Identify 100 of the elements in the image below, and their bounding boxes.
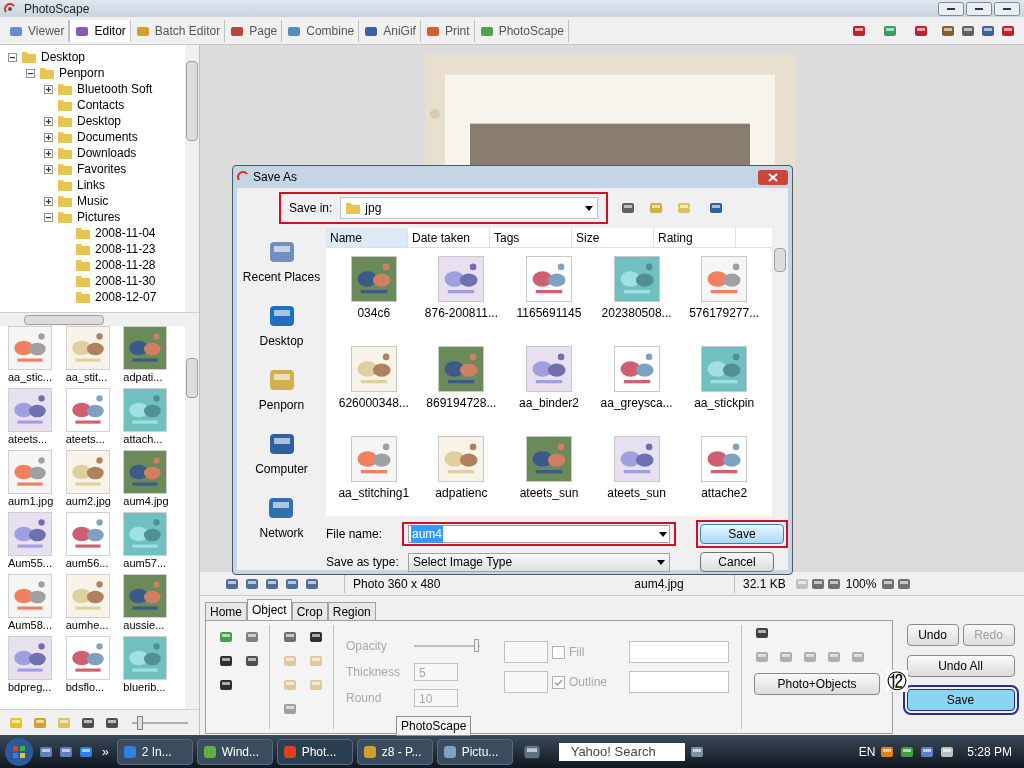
tree-item[interactable]: Pictures xyxy=(77,208,121,226)
mode-tab[interactable]: Print xyxy=(420,19,475,42)
place-label[interactable]: Computer xyxy=(255,460,308,478)
thumbnail-label: ateets... xyxy=(8,432,48,447)
language-indicator[interactable]: EN xyxy=(858,742,876,761)
thumbnail-label: bluerib... xyxy=(123,680,166,695)
tree-item[interactable]: 2008-11-28 xyxy=(95,256,156,274)
tree-item[interactable]: 2008-11-23 xyxy=(95,240,156,258)
taskbar-button[interactable]: z8 - P... xyxy=(356,738,433,765)
file-label[interactable]: aa_stitching1 xyxy=(338,482,410,504)
overflow-button[interactable]: » xyxy=(98,742,113,761)
step-marker: ⑫ xyxy=(885,670,908,692)
slider-track[interactable] xyxy=(132,714,188,731)
taskbar-button[interactable]: Pictu... xyxy=(436,738,513,765)
minus-box-icon[interactable] xyxy=(26,68,35,78)
scrollbar[interactable] xyxy=(185,45,199,312)
plus-box-icon[interactable] xyxy=(44,196,53,206)
column-header[interactable]: Name xyxy=(326,228,408,247)
plus-box-icon[interactable] xyxy=(44,116,53,126)
tool-tab[interactable]: Home xyxy=(205,602,247,620)
thumbnail-label: Aum55... xyxy=(8,556,53,571)
save-as-type-label: Save as type: xyxy=(326,554,400,571)
folder-icon xyxy=(39,65,55,81)
round-label: Round xyxy=(346,690,383,707)
tool-tab[interactable]: Object xyxy=(247,599,292,620)
tree-item[interactable]: Contacts xyxy=(77,96,125,114)
tree-item[interactable]: Desktop xyxy=(77,112,122,130)
thumbnail-label: aum4.jpg xyxy=(123,494,169,509)
thumbnail-label: aussie... xyxy=(123,618,165,633)
thumbnail-label: bdpreg... xyxy=(8,680,52,695)
mode-tab[interactable]: Editor xyxy=(69,19,131,42)
folder-icon xyxy=(57,113,73,129)
tooltip: PhotoScape xyxy=(396,716,472,736)
thumbnail-label: ateets... xyxy=(65,432,105,447)
tool-tab[interactable]: Crop xyxy=(291,602,328,620)
taskbar-button[interactable]: Phot... xyxy=(276,738,353,765)
place-label[interactable]: Penporn xyxy=(258,396,305,414)
scrollbar[interactable] xyxy=(185,326,199,709)
save-in-label: Save in: xyxy=(289,200,333,217)
start-button-icon[interactable] xyxy=(4,736,34,767)
checkbox-label: Outline xyxy=(569,674,609,691)
mode-tab[interactable]: Page xyxy=(225,19,283,42)
dialog-title: Save As xyxy=(253,169,298,186)
action-button[interactable]: Undo xyxy=(906,624,959,646)
app-logo-icon xyxy=(4,2,16,15)
tree-item[interactable]: Documents xyxy=(77,128,138,146)
folder-icon xyxy=(57,177,73,193)
folder-icon xyxy=(75,225,91,241)
slider-thumb[interactable] xyxy=(137,715,143,730)
search-field[interactable]: Yahoo! Search xyxy=(558,742,685,761)
plus-box-icon[interactable] xyxy=(44,148,53,158)
tree-item[interactable]: Downloads xyxy=(77,144,137,162)
thumbnail-label: aa_stic... xyxy=(8,370,53,385)
thumbnail-label: aum2.jpg xyxy=(65,494,111,509)
maximize-icon[interactable] xyxy=(966,1,992,16)
window-title: PhotoScape xyxy=(24,0,90,18)
minimize-icon[interactable] xyxy=(938,1,964,16)
taskbar-button[interactable]: Wind... xyxy=(196,738,273,765)
mode-tab[interactable]: Combine xyxy=(282,19,360,42)
folder-icon xyxy=(75,273,91,289)
folder-icon xyxy=(57,145,73,161)
action-button[interactable]: Undo All xyxy=(906,655,1015,677)
tree-item[interactable]: 2008-11-30 xyxy=(95,272,156,290)
minus-box-icon[interactable] xyxy=(8,52,17,62)
taskbar-button[interactable]: 2 In... xyxy=(116,738,193,765)
plus-box-icon[interactable] xyxy=(44,84,53,94)
thumbnail-label: aumhe... xyxy=(65,618,109,633)
folder-icon xyxy=(75,289,91,305)
mode-tab[interactable]: Batch Editor xyxy=(130,19,226,42)
close-icon[interactable] xyxy=(994,1,1020,16)
tree-item[interactable]: Links xyxy=(77,176,105,194)
plus-box-icon[interactable] xyxy=(44,164,53,174)
folder-icon xyxy=(57,161,73,177)
folder-icon xyxy=(75,257,91,273)
tree-item[interactable]: Desktop xyxy=(41,48,86,66)
folder-icon xyxy=(57,81,73,97)
place-label[interactable]: Recent Places xyxy=(242,268,321,286)
app-icon xyxy=(361,743,378,760)
mode-tab[interactable]: AniGif xyxy=(359,19,421,42)
scrollbar[interactable] xyxy=(0,312,199,326)
file-name-label: File name: xyxy=(326,526,384,543)
tree-item[interactable]: Penporn xyxy=(59,64,105,82)
tree-item[interactable]: 2008-11-04 xyxy=(95,224,156,242)
tree-item[interactable]: Bluetooth Soft xyxy=(77,80,153,98)
plus-box-icon[interactable] xyxy=(44,132,53,142)
file-label[interactable]: 626000348... xyxy=(338,392,409,414)
place-label[interactable]: Desktop xyxy=(259,332,304,350)
tool-tab[interactable]: Region xyxy=(327,602,376,620)
thumbnail-label: Aum58... xyxy=(8,618,53,633)
thumbnail-label: aum56... xyxy=(65,556,109,571)
app-icon xyxy=(201,743,218,760)
mode-tab[interactable]: PhotoScape xyxy=(474,19,570,42)
folder-icon xyxy=(57,97,73,113)
file-name: aum4.jpg xyxy=(633,575,685,593)
tree-item[interactable]: Music xyxy=(77,192,109,210)
tree-item[interactable]: Favorites xyxy=(77,160,127,178)
minus-box-icon[interactable] xyxy=(44,212,53,222)
tree-item[interactable]: 2008-12-07 xyxy=(95,288,157,306)
file-label[interactable]: 034c6 xyxy=(357,302,391,324)
place-label[interactable]: Network xyxy=(259,524,304,542)
